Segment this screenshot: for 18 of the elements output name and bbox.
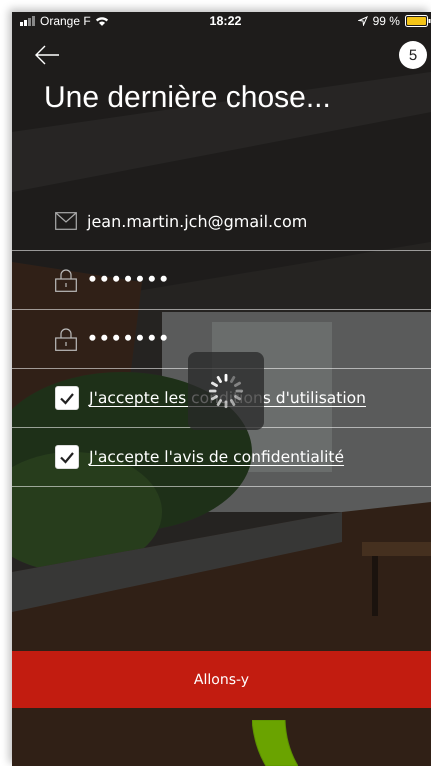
arc-drawing	[252, 720, 298, 766]
battery-icon	[404, 15, 431, 27]
checkbox[interactable]	[55, 386, 79, 410]
checkbox[interactable]	[55, 445, 79, 469]
carrier-name: Orange F	[40, 14, 91, 28]
password-field[interactable]: •••••••	[12, 251, 431, 310]
wifi-icon	[94, 16, 109, 26]
page-title: Une dernière chose...	[44, 80, 332, 116]
battery-percent: 99 %	[372, 14, 400, 28]
envelope-icon	[55, 212, 77, 230]
location-icon	[358, 16, 368, 26]
submit-button[interactable]: Allons-y	[12, 651, 431, 708]
signal-icon	[20, 16, 36, 26]
padlock-icon	[55, 268, 77, 292]
back-arrow-icon[interactable]	[34, 45, 60, 65]
email-field[interactable]: jean.martin.jch@gmail.com	[12, 192, 431, 251]
clock-time: 18:22	[210, 14, 242, 28]
padlock-icon	[55, 327, 77, 351]
